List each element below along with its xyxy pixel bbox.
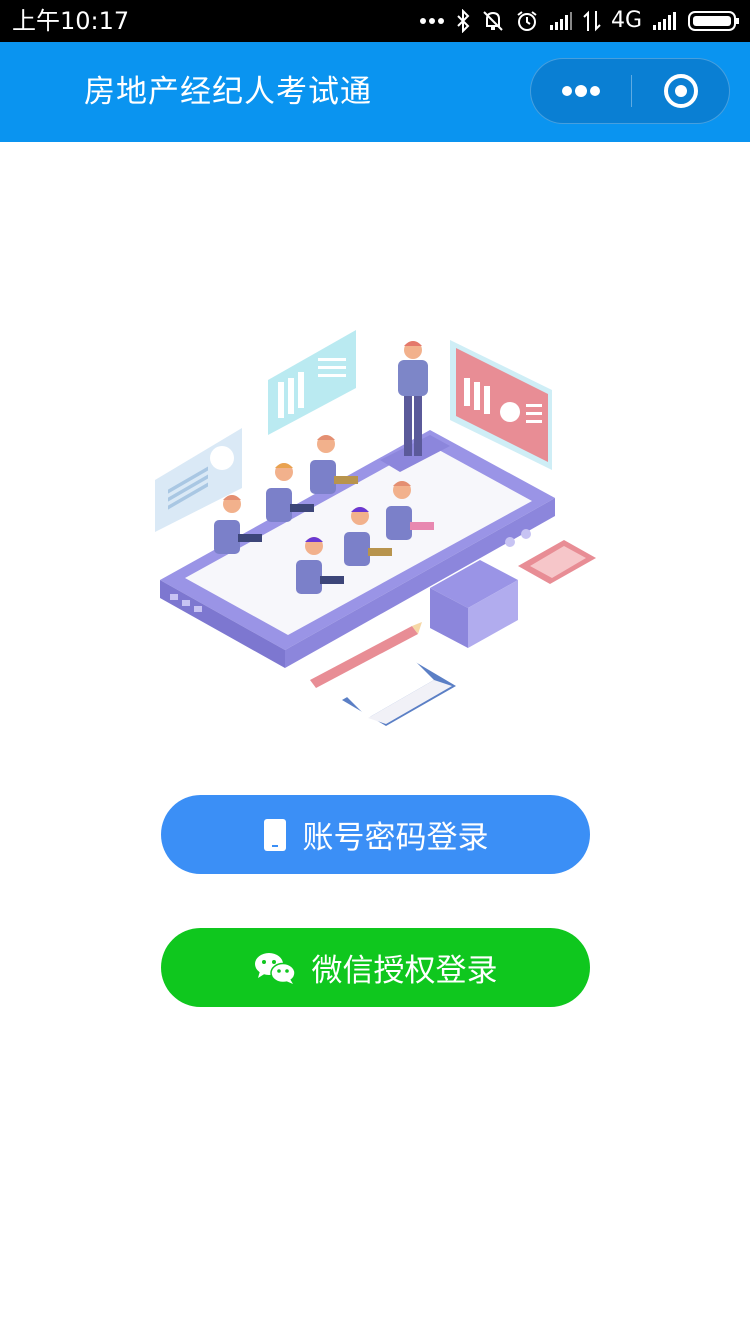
bluetooth-icon [455,9,471,33]
more-menu-button[interactable] [531,59,631,123]
page-title: 房地产经纪人考试通 [84,74,372,110]
wechat-icon [254,951,296,985]
calculator [518,540,596,584]
floating-panel-middle [268,330,356,435]
wechat-login-button[interactable]: 微信授权登录 [161,928,590,1007]
more-dots-icon [419,16,445,26]
wechat-login-label: 微信授权登录 [311,953,498,989]
status-bar: 上午10:17 4G [0,0,750,42]
phone-icon [263,818,287,852]
close-button[interactable] [632,59,730,123]
account-login-label: 账号密码登录 [302,820,489,856]
signal-icon [652,11,678,31]
alarm-icon [515,9,539,33]
battery-icon [688,10,740,32]
status-icons: 4G [419,6,740,36]
classroom-illustration [150,320,600,740]
nav-bar: 房地产经纪人考试通 [0,42,750,142]
more-dots-icon [562,85,600,97]
mini-program-capsule [530,58,730,124]
mute-icon [481,9,505,33]
open-book [342,658,456,726]
status-time: 上午10:17 [12,7,130,35]
target-close-icon [664,74,698,108]
signal-icon [549,11,573,31]
data-transfer-icon [583,9,601,33]
network-type: 4G [610,8,642,33]
account-password-login-button[interactable]: 账号密码登录 [161,795,590,874]
floating-panel-left [155,428,242,532]
